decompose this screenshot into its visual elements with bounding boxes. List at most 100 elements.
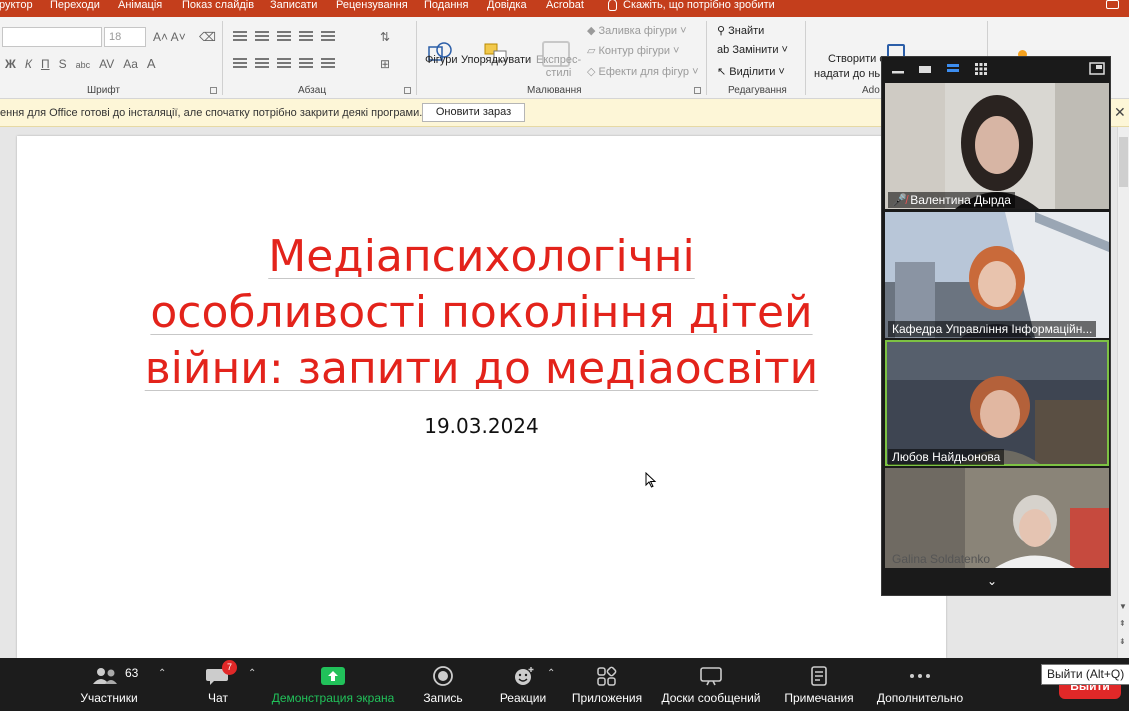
leave-tooltip: Выйти (Alt+Q) (1041, 664, 1129, 685)
participant-video-tile[interactable]: Кафедра Управління Інформаційн... (885, 212, 1109, 338)
more-button[interactable]: Дополнительно (872, 658, 968, 711)
select-button[interactable]: ↖ Виділити ˅ (717, 65, 785, 78)
drawing-group-label: Малювання (527, 85, 582, 96)
tab-transitions[interactable]: Переходи (50, 0, 100, 17)
tab-help[interactable]: Довідка (487, 0, 527, 17)
tell-me-text: Скажіть, що потрібно зробити (623, 0, 775, 11)
screen: руктор Переходи Анімація Показ слайдів З… (0, 0, 1129, 711)
scrollbar-thumb[interactable] (1119, 137, 1128, 187)
paragraph-dialog-launcher[interactable] (404, 87, 411, 94)
vertical-scrollbar[interactable]: ▼ ⇞ ⇟ (1117, 127, 1129, 658)
list-indent-icons[interactable] (233, 30, 343, 44)
slide-canvas[interactable]: Медіапсихологічні особливості покоління … (17, 136, 946, 658)
shape-outline-button[interactable]: ▱ Контур фігури ˅ (587, 44, 679, 57)
smartart-icon[interactable]: ⊞ (380, 57, 390, 71)
tab-view[interactable]: Подання (424, 0, 468, 17)
more-dots-icon (910, 674, 930, 678)
apps-button[interactable]: Приложения (568, 658, 646, 711)
tab-constructor[interactable]: руктор (0, 0, 33, 17)
adobe-group-label: Ado (862, 85, 880, 96)
find-button[interactable]: ⚲ Знайти (717, 24, 764, 37)
gallery-view-icon[interactable] (974, 62, 988, 76)
create-share-pdf-button-line1[interactable]: Створити с (828, 53, 885, 65)
gallery-toolbar (882, 57, 1110, 82)
tab-record[interactable]: Записати (270, 0, 317, 17)
chat-button[interactable]: 7 Чат (196, 658, 240, 711)
slide-title-line: особливості покоління дітей (150, 287, 813, 338)
close-icon[interactable]: ✕ (1114, 104, 1126, 121)
share-screen-button[interactable]: Демонстрация экрана (268, 658, 398, 711)
minimize-icon[interactable] (891, 62, 905, 76)
font-name-input[interactable] (2, 27, 102, 47)
notes-button[interactable]: Примечания (780, 658, 858, 711)
align-icons[interactable] (233, 57, 343, 71)
quick-styles-button[interactable]: Експрес- стилі (536, 54, 581, 80)
font-size-input[interactable]: 18 (104, 27, 146, 47)
reactions-options-caret[interactable]: ⌃ (547, 668, 555, 679)
share-screen-icon (321, 667, 345, 685)
chat-unread-badge: 7 (222, 660, 237, 675)
text-direction-icon[interactable]: ⇅ (380, 30, 390, 44)
participants-label: Участники (80, 691, 138, 705)
create-share-pdf-button-line2[interactable]: надати до нь (814, 68, 880, 80)
ribbon-tab-bar: руктор Переходи Анімація Показ слайдів З… (0, 0, 1129, 17)
record-icon (433, 666, 453, 686)
record-button[interactable]: Запись (417, 658, 469, 711)
reactions-button[interactable]: Реакции (496, 658, 550, 711)
shape-effects-button[interactable]: ◇ Ефекти для фігур ˅ (587, 65, 699, 78)
font-grow-shrink-icons[interactable]: A˄ A˅ (153, 30, 186, 44)
next-slide-icon[interactable]: ⇟ (1119, 637, 1126, 646)
participant-name: Кафедра Управління Інформаційн... (888, 321, 1097, 337)
prev-slide-icon[interactable]: ⇞ (1119, 619, 1126, 628)
clear-format-icon[interactable]: ⌫ (199, 30, 216, 44)
more-label: Дополнительно (876, 691, 964, 705)
speaker-view-icon[interactable] (946, 62, 960, 76)
slide-title[interactable]: Медіапсихологічні особливості покоління … (17, 229, 946, 397)
participant-video-tile[interactable]: 🎤̸ Валентина Дырда (885, 83, 1109, 209)
comments-icon[interactable] (1106, 0, 1119, 9)
participant-video (885, 212, 1109, 338)
participants-button[interactable]: 63 Участники (76, 658, 142, 711)
font-group-label: Шрифт (87, 85, 120, 96)
lightbulb-icon (608, 0, 617, 11)
hide-video-icon[interactable] (918, 62, 932, 76)
scroll-down-arrow[interactable]: ▼ (1119, 602, 1127, 611)
participants-options-caret[interactable]: ⌃ (158, 668, 166, 679)
font-style-buttons[interactable]: Ж К П Sabc AV Aa A (5, 57, 165, 72)
shapes-button[interactable]: Фігури (425, 54, 457, 66)
reactions-label: Реакции (499, 691, 547, 705)
chat-label: Чат (208, 691, 228, 705)
tab-acrobat[interactable]: Acrobat (546, 0, 584, 17)
share-screen-label: Демонстрация экрана (271, 691, 395, 705)
font-dialog-launcher[interactable] (210, 87, 217, 94)
tab-slideshow[interactable]: Показ слайдів (182, 0, 254, 17)
tell-me-search[interactable]: Скажіть, що потрібно зробити (608, 0, 775, 17)
drawing-dialog-launcher[interactable] (694, 87, 701, 94)
participant-name: Galina Soldatenko (892, 552, 991, 566)
paragraph-group-label: Абзац (298, 85, 327, 96)
participant-video-tile-active-speaker[interactable]: Любов Найдьонова (885, 340, 1109, 466)
update-now-button[interactable]: Оновити зараз (422, 103, 525, 122)
tab-animation[interactable]: Анімація (118, 0, 162, 17)
replace-icon: ab (717, 44, 730, 56)
slide-title-line: війни: запити до медіаосвіти (144, 343, 819, 394)
replace-button[interactable]: ab Замінити ˅ (717, 44, 788, 56)
participants-count: 63 (125, 666, 139, 680)
slide-date[interactable]: 19.03.2024 (17, 414, 946, 438)
apps-label: Приложения (571, 691, 643, 705)
zoom-meeting-toolbar: 63 Участники ⌃ 7 Чат ⌃ Демонстрация экра… (0, 658, 1129, 711)
tab-review[interactable]: Рецензування (336, 0, 408, 17)
exit-fullscreen-icon[interactable] (1089, 62, 1105, 76)
participant-video-tile[interactable]: Galina Soldatenko (885, 468, 1109, 568)
apps-icon (597, 666, 617, 686)
chat-options-caret[interactable]: ⌃ (248, 668, 256, 679)
record-label: Запись (423, 691, 463, 705)
chevron-down-icon[interactable]: ⌄ (987, 574, 997, 588)
whiteboards-button[interactable]: Доски сообщений (656, 658, 766, 711)
whiteboards-label: Доски сообщений (661, 691, 761, 705)
search-icon: ⚲ (717, 25, 726, 37)
shape-fill-button[interactable]: ◆ Заливка фігури ˅ (587, 24, 687, 37)
participant-video (885, 340, 1109, 466)
arrange-button[interactable]: Упорядкувати (461, 54, 531, 66)
mouse-pointer-icon (645, 472, 657, 488)
